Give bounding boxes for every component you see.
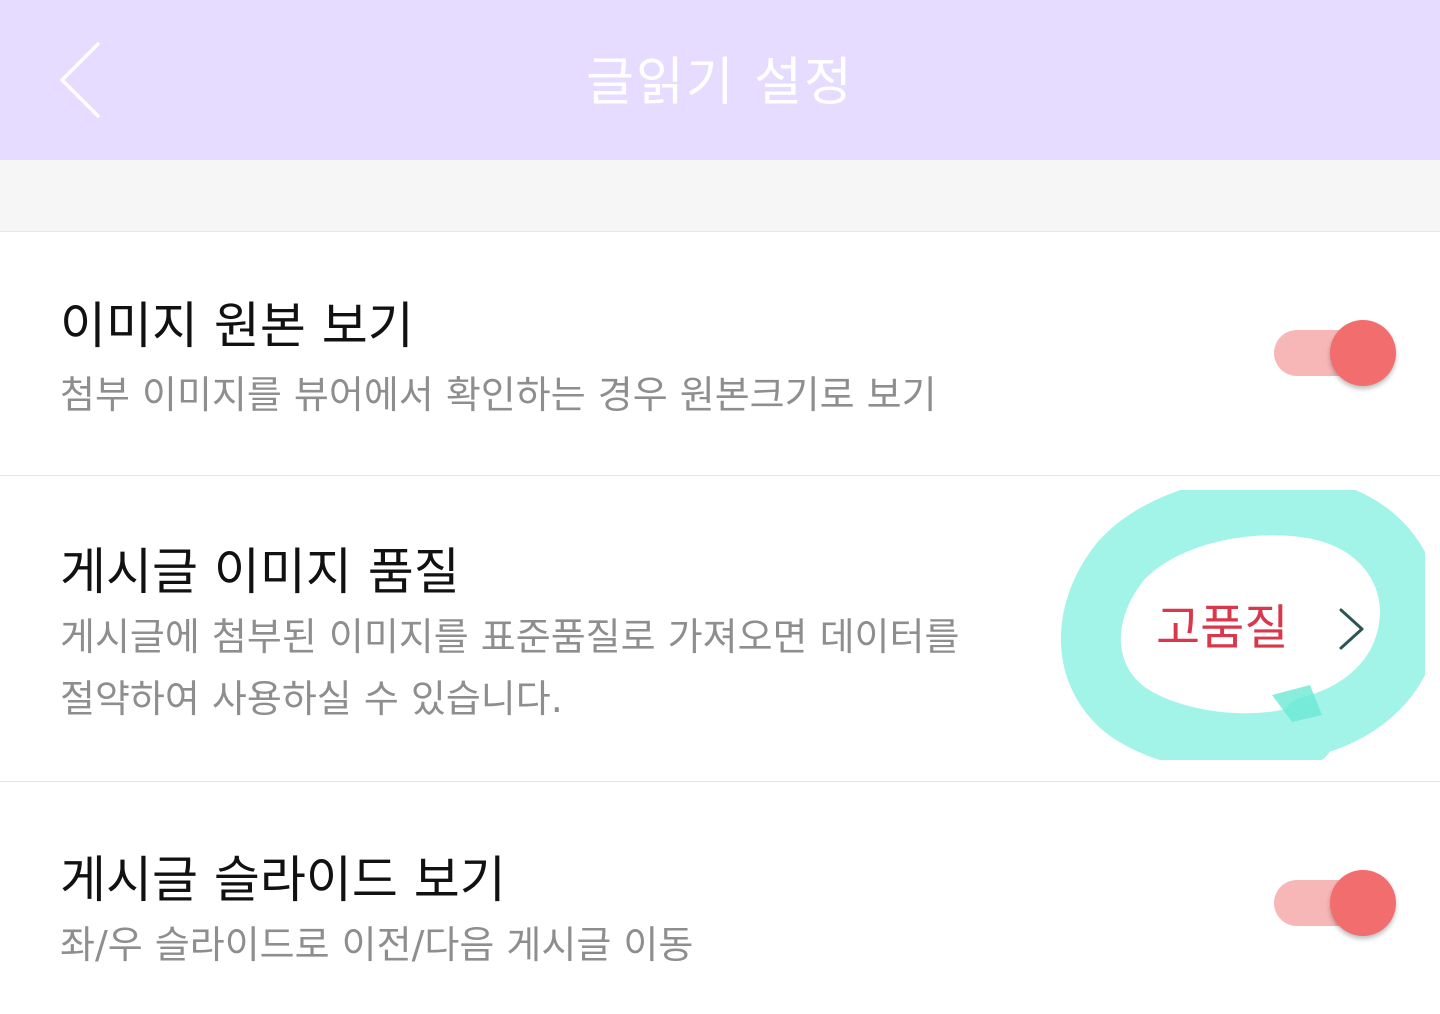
- image-quality-selector[interactable]: 고품질: [1150, 594, 1380, 664]
- toggle-knob: [1330, 320, 1396, 386]
- post-slide-toggle[interactable]: [1274, 868, 1398, 938]
- setting-title: 게시글 슬라이드 보기: [60, 851, 506, 909]
- setting-description: 첨부 이미지를 뷰어에서 확인하는 경우 원본크기로 보기: [60, 364, 937, 426]
- page-title: 글읽기 설정: [586, 53, 854, 113]
- reading-settings-screen: 글읽기 설정 이미지 원본 보기 첨부 이미지를 뷰어에서 확인하는 경우 원본…: [0, 0, 1440, 1014]
- setting-description-line: 첨부 이미지를 뷰어에서 확인하는 경우 원본크기로 보기: [60, 373, 937, 417]
- app-header: 글읽기 설정: [0, 0, 1440, 160]
- setting-description: 게시글에 첨부된 이미지를 표준품질로 가져오면 데이터를 절약하여 사용하실 …: [60, 606, 959, 730]
- toggle-knob: [1330, 870, 1396, 936]
- back-button[interactable]: [40, 30, 130, 130]
- setting-title: 게시글 이미지 품질: [60, 543, 460, 601]
- setting-post-slide: 게시글 슬라이드 보기 좌/우 슬라이드로 이전/다음 게시글 이동: [0, 782, 1440, 1014]
- setting-original-image: 이미지 원본 보기 첨부 이미지를 뷰어에서 확인하는 경우 원본크기로 보기: [0, 232, 1440, 476]
- chevron-left-icon: [60, 42, 100, 118]
- setting-title: 이미지 원본 보기: [60, 297, 414, 355]
- setting-description-line: 게시글에 첨부된 이미지를 표준품질로 가져오면 데이터를: [60, 615, 960, 659]
- original-image-toggle[interactable]: [1274, 318, 1398, 388]
- setting-description: 좌/우 슬라이드로 이전/다음 게시글 이동: [60, 914, 693, 976]
- setting-description-line: 절약하여 사용하실 수 있습니다.: [60, 677, 563, 721]
- setting-description-line: 좌/우 슬라이드로 이전/다음 게시글 이동: [60, 923, 694, 967]
- chevron-right-icon: [1336, 604, 1366, 654]
- quality-value: 고품질: [1156, 600, 1289, 656]
- section-spacer: [0, 160, 1440, 232]
- setting-image-quality[interactable]: 게시글 이미지 품질 게시글에 첨부된 이미지를 표준품질로 가져오면 데이터를…: [0, 476, 1440, 782]
